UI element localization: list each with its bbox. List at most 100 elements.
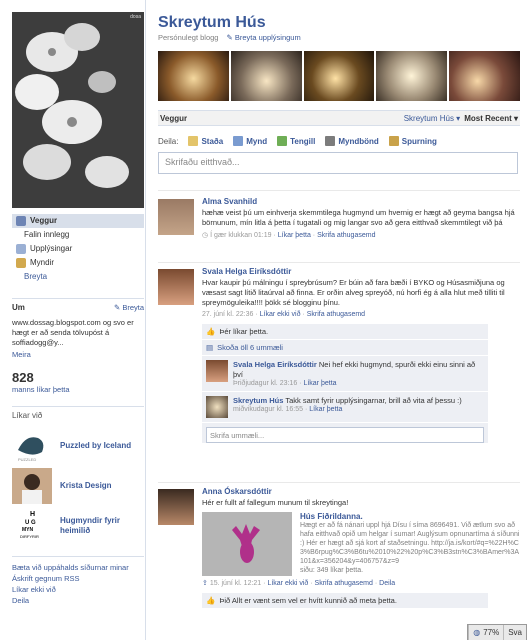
about-edit-label: Breyta [122,303,144,312]
post-meta: ◷ Í gær klukkan 01:19 · Líkar þetta · Sk… [202,232,376,239]
rss-link[interactable]: Áskrift gegnum RSS [12,573,144,584]
comment-author[interactable]: Skreytum Hús [233,396,283,405]
wall-filter-bar: Veggur Skreytum Hús ▾ Most Recent ▾ [158,110,520,126]
share-video-button[interactable]: Myndbönd [325,136,379,146]
comment-avatar[interactable] [206,396,228,418]
wall-post: Alma Svanhild hæhæ veist þú um einhverja… [158,190,520,258]
liked-page-name: Puzzled by Iceland [60,441,132,450]
share-status-button[interactable]: Staða [188,136,223,146]
comment-link[interactable]: Skrifa athugasemd [317,232,375,239]
comment-author[interactable]: Svala Helga Eiríksdóttir [233,360,317,369]
likes-summary: 828 manns líkar þetta [12,370,144,394]
thumbs-up-icon: 👍 [206,327,216,336]
attachment-description: Hægt er að fá nánari uppl hjá Dísu í sím… [300,522,520,565]
chat-tab[interactable]: Sva [503,625,526,640]
about-heading: Um [12,303,25,312]
chevron-down-icon: ▾ [513,113,518,123]
share-link-button[interactable]: Tengill [277,136,315,146]
comment-link[interactable]: Skrifa athugasemd [315,580,373,587]
chat-percent: 77% [483,628,500,637]
post-time[interactable]: 27. júní kl. 22:36 [202,311,253,318]
liked-page-name: Krista Design [60,481,112,490]
post-message: Hér er fullt af fallegum munum til skrey… [202,498,349,507]
composer-input[interactable]: Skrifaðu eitthvað... [158,152,518,174]
svg-text:H: H [30,511,35,518]
comment-like-link[interactable]: Líkar þetta [309,406,342,413]
post-meta: 27. júní kl. 22:36 · Líkar ekki við · Sk… [202,311,366,318]
left-column: dosa Veggur Falin innlegg Upplýsingar My… [0,0,146,640]
strip-photo[interactable] [158,51,229,101]
puzzled-thumb: PUZZLED [12,428,52,464]
liked-page[interactable]: H U G MYN DIRFYRIR Hugmyndir fyrir heimilið [12,506,144,546]
like-line-text: Þér líkar þetta. [219,327,269,336]
unlike-link[interactable]: Líkar ekki við [12,584,144,595]
comment-like-link[interactable]: Líkar þetta [303,380,336,387]
share-post-link[interactable]: Deila [379,580,395,587]
unlike-post-link[interactable]: Líkar ekki við [260,311,301,318]
nav-item-hidden-posts[interactable]: Falin innlegg [12,228,144,242]
svg-text:PUZZLED: PUZZLED [18,457,36,462]
about-edit-link[interactable]: ✎ Breyta [114,303,144,312]
edit-info-link[interactable]: ✎ Breyta upplýsingum [226,33,300,42]
post-author[interactable]: Anna Óskarsdóttir [202,487,520,496]
edit-info-label: Breyta upplýsingum [234,33,301,42]
like-line-text: Þið Allt er vænt sem vel er hvítt kunnið… [219,596,397,605]
sort-dropdown[interactable]: Most Recent ▾ [464,114,518,123]
comment-box: 👍 Þið Allt er vænt sem vel er hvítt kunni… [202,593,488,609]
photo-watermark: dosa [130,14,141,20]
sort-label: Most Recent [464,113,512,123]
comment-text: Takk samt fyrir upplýsingarnar, brill að… [285,396,462,405]
comment-box: 👍 Þér líkar þetta. ▤ Skoða öll 6 ummæli Sv… [202,324,488,443]
about-more-link[interactable]: Meira [12,350,144,359]
unlike-post-link[interactable]: Líkar ekki við [267,580,308,587]
share-photo-label: Mynd [246,136,268,146]
attachment-title[interactable]: Hús Fiðrildanna. [300,512,520,521]
avatar[interactable] [158,269,194,305]
comment-link[interactable]: Skrifa athugasemd [307,311,365,318]
status-icon [188,136,199,146]
page-category: Persónulegt blogg [158,33,219,42]
share-link-label: Tengill [290,136,316,146]
nav-item-wall[interactable]: Veggur [12,214,144,228]
post-time[interactable]: 15. júní kl. 12:21 [210,580,261,587]
page-title[interactable]: Skreytum Hús [158,14,266,32]
svg-text:MYN: MYN [22,527,34,533]
post-time[interactable]: Í gær klukkan 01:19 [210,232,271,239]
avatar[interactable] [158,199,194,235]
post-message: Hvar kaupir þú málningu í spreybrúsum? E… [202,278,505,307]
hugmyndir-thumb: H U GMYNDIRFYRIR [12,508,52,544]
nav-label: Veggur [30,216,58,225]
photos-icon [16,258,26,268]
strip-photo[interactable] [376,51,448,101]
view-all-comments[interactable]: ▤ Skoða öll 6 ummæli [202,340,488,356]
share-link[interactable]: Deila [12,595,144,606]
liked-page[interactable]: PUZZLED Puzzled by Iceland [12,426,144,466]
nav-item-photos[interactable]: Myndir [12,256,144,270]
add-favorites-link[interactable]: Bæta við uppáhalds síðurnar minar [12,562,144,573]
orchid-image [12,12,144,208]
post-author[interactable]: Svala Helga Eiríksdóttir [202,267,520,276]
strip-photo[interactable] [449,51,520,101]
liked-page[interactable]: Krista Design [12,466,144,506]
strip-photo[interactable] [230,51,302,101]
comment-avatar[interactable] [206,360,228,382]
liked-page-name: Hugmyndir fyrir heimilið [60,516,121,535]
profile-photo[interactable]: dosa [12,12,144,208]
like-link[interactable]: Líkar þetta [278,232,311,239]
nav-item-edit[interactable]: Breyta [12,270,144,284]
share-question-button[interactable]: Spurning [388,136,437,146]
likes-section: Líkar við PUZZLED Puzzled by Iceland Kri… [12,406,144,546]
nav-item-info[interactable]: Upplýsingar [12,242,144,256]
chat-status-button[interactable]: ◍ 77% [468,625,503,640]
strip-photo[interactable] [303,51,375,101]
post-author[interactable]: Alma Svanhild [202,197,520,206]
nav-label: Breyta [24,272,48,281]
comment-input[interactable]: Skrifa ummæli... [206,427,484,443]
deer-head-image[interactable] [202,512,292,576]
view-all-text: Skoða öll 6 ummæli [217,343,283,352]
share-photo-button[interactable]: Mynd [233,136,267,146]
likes-count-label[interactable]: manns líkar þetta [12,385,144,394]
avatar[interactable] [158,489,194,525]
wall-filter-dropdown[interactable]: Skreytum Hús ▾ [404,114,460,123]
pencil-icon: ✎ [226,33,233,42]
